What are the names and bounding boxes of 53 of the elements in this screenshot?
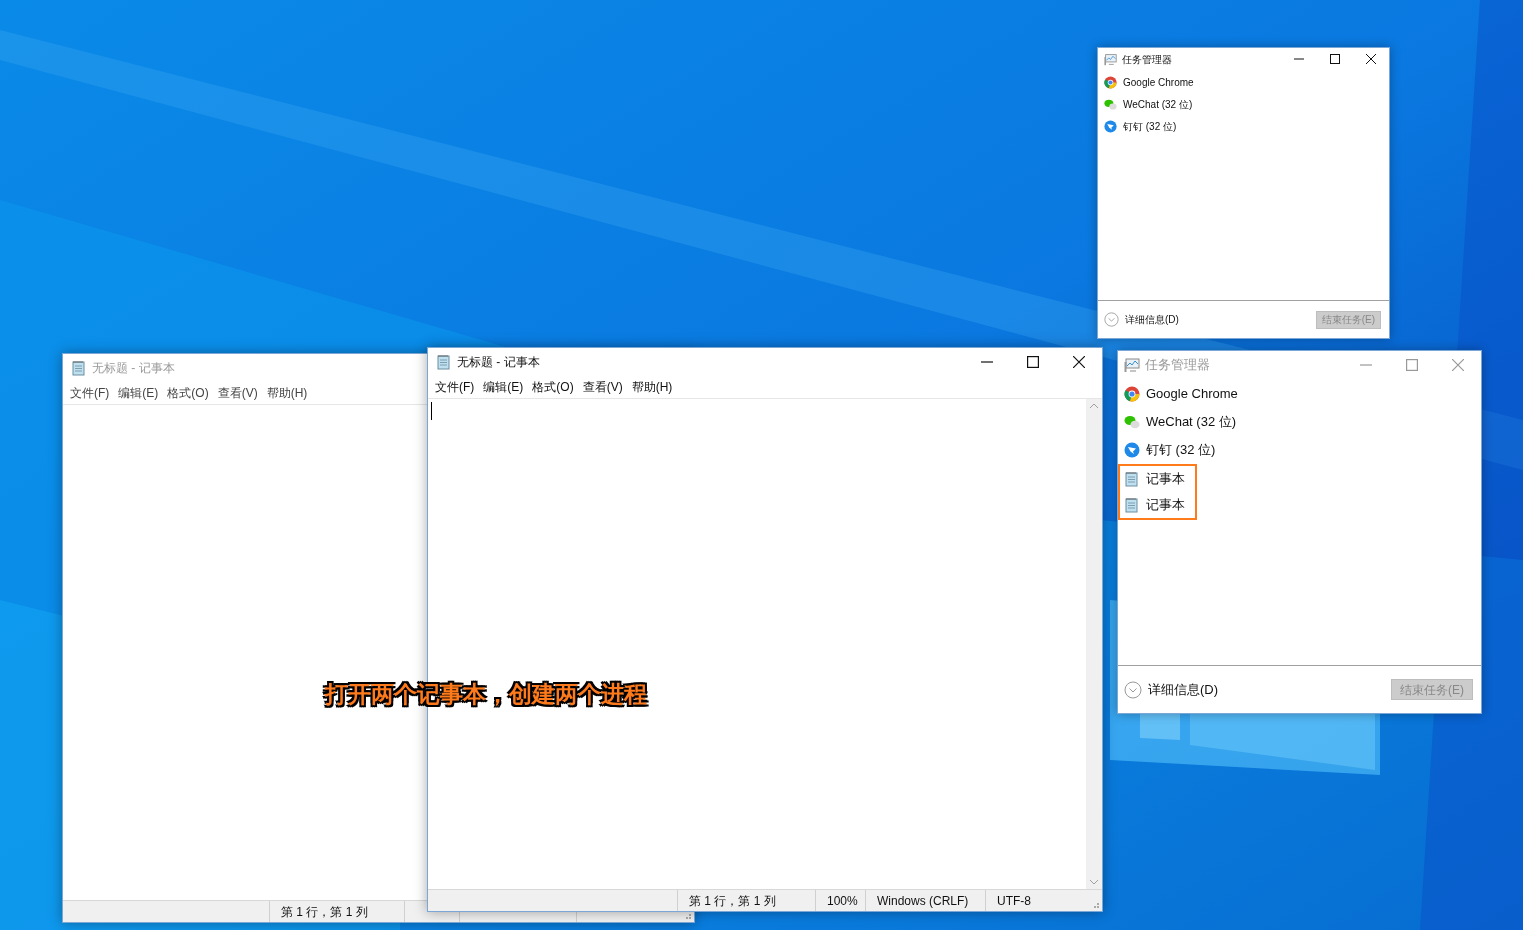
chat-bubbles-icon xyxy=(1124,414,1140,430)
status-text: 第 1 行，第 1 列 xyxy=(689,892,776,910)
status-text: Windows (CRLF) xyxy=(877,892,969,910)
menu-item[interactable]: 查看(V) xyxy=(578,378,627,396)
close-icon xyxy=(1366,54,1376,64)
scroll-down-icon[interactable] xyxy=(1090,880,1098,885)
window-title: 无标题 - 记事本 xyxy=(457,354,540,371)
notepad-icon xyxy=(71,360,87,376)
menu-item[interactable]: 格式(O) xyxy=(163,384,213,402)
chevron-down-icon xyxy=(1124,680,1142,699)
menu-item[interactable]: 查看(V) xyxy=(213,384,262,402)
notepad-icon xyxy=(436,354,452,370)
window-title: 任务管理器 xyxy=(1145,356,1210,375)
scroll-up-icon[interactable] xyxy=(1090,403,1098,408)
process-item[interactable]: 钉钉 (32 位) xyxy=(1118,436,1228,464)
chrome-icon xyxy=(1104,75,1117,89)
menu-item[interactable]: 帮助(H) xyxy=(262,384,312,402)
process-item[interactable]: Google Chrome xyxy=(1118,380,1250,408)
process-item[interactable]: 记事本 xyxy=(1118,464,1197,492)
close-icon xyxy=(1073,356,1085,368)
window-title: 无标题 - 记事本 xyxy=(92,360,175,377)
maximize-icon xyxy=(1027,356,1039,368)
process-item[interactable]: Google Chrome xyxy=(1098,71,1206,93)
monitor-icon xyxy=(1124,357,1140,373)
dingtalk-icon xyxy=(1124,442,1140,458)
process-item[interactable]: 记事本 xyxy=(1118,492,1197,520)
close-icon xyxy=(1452,359,1464,371)
text-caret xyxy=(431,402,432,420)
chat-bubbles-icon xyxy=(1104,97,1117,111)
details-button[interactable]: 详细信息(D) xyxy=(1124,679,1219,700)
menu-item[interactable]: 编辑(E) xyxy=(114,384,163,402)
notepad-icon xyxy=(1124,497,1140,513)
maximize-icon xyxy=(1406,359,1418,371)
menu-item[interactable]: 格式(O) xyxy=(528,378,578,396)
menu-item[interactable]: 帮助(H) xyxy=(627,378,677,396)
process-item[interactable]: WeChat (32 位) xyxy=(1118,408,1249,436)
menu-item[interactable]: 文件(F) xyxy=(431,378,479,396)
details-button[interactable]: 详细信息(D) xyxy=(1104,312,1179,327)
window-title: 任务管理器 xyxy=(1122,52,1172,67)
monitor-icon xyxy=(1104,52,1117,66)
maximize-icon xyxy=(1330,54,1340,64)
notepad-icon xyxy=(1124,471,1140,487)
status-text: 100% xyxy=(827,892,858,910)
menu-item[interactable]: 文件(F) xyxy=(66,384,114,402)
chrome-icon xyxy=(1124,386,1140,402)
menu-item[interactable]: 编辑(E) xyxy=(479,378,528,396)
scrollbar[interactable] xyxy=(1086,399,1102,889)
dingtalk-icon xyxy=(1104,119,1117,133)
process-item[interactable]: WeChat (32 位) xyxy=(1098,93,1205,115)
status-text: 第 1 行，第 1 列 xyxy=(281,903,368,921)
chevron-down-icon xyxy=(1104,312,1119,327)
status-text: UTF-8 xyxy=(997,892,1031,910)
process-item[interactable]: 钉钉 (32 位) xyxy=(1098,115,1189,137)
